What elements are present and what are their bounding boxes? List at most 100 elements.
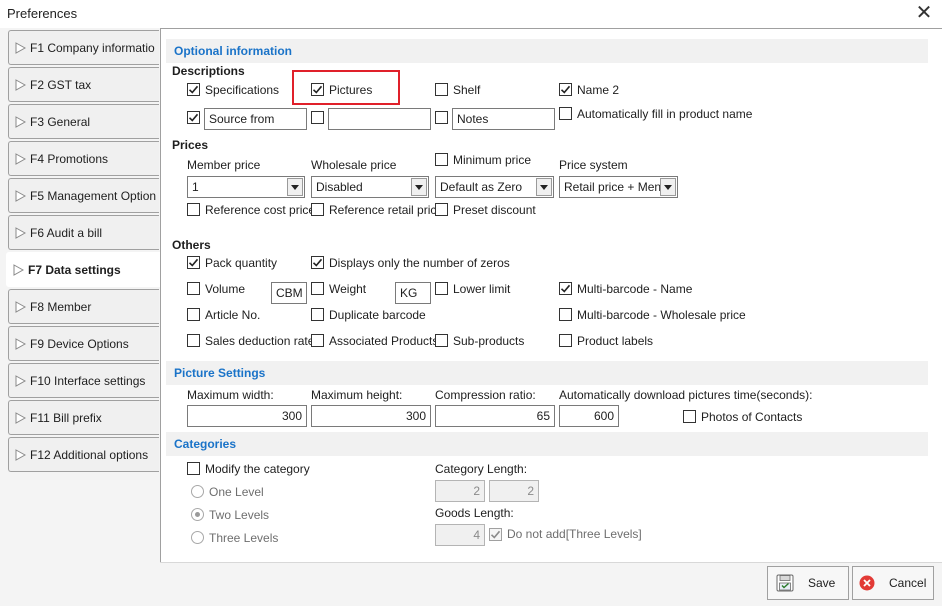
nav-tab-11[interactable]: F11 Bill prefix [8,400,159,435]
max-height-input[interactable]: 300 [311,405,431,427]
name2-label: Name 2 [577,83,620,97]
custom-field-checkbox[interactable] [311,111,324,124]
close-icon[interactable]: ✕ [912,2,936,24]
minimum-price-value: Default as Zero [440,180,523,194]
subheader-descriptions: Descriptions [172,64,245,78]
member-price-label: Member price [187,158,261,172]
reference-cost-checkbox[interactable] [187,203,200,216]
three-levels-radio[interactable] [191,531,204,544]
radio-selected-dot [195,512,200,517]
max-width-input[interactable]: 300 [187,405,307,427]
save-button[interactable]: Save [767,566,849,600]
multi-barcode-wholesale-label: Multi-barcode - Wholesale price [577,308,746,322]
wholesale-price-select[interactable]: Disabled [311,176,429,198]
chevron-down-icon[interactable] [287,178,303,196]
nav-tab-2[interactable]: F2 GST tax [8,67,159,102]
lower-limit-checkbox[interactable] [435,282,448,295]
minimum-price-select[interactable]: Default as Zero [435,176,554,198]
nav-tab-label: F7 Data settings [28,262,121,277]
nav-tab-1[interactable]: F1 Company informatio [8,30,159,65]
category-length-label: Category Length: [435,462,528,476]
sub-products-checkbox[interactable] [435,334,448,347]
nav-tab-10[interactable]: F10 Interface settings [8,363,159,398]
source-from-input[interactable]: Source from [204,108,307,130]
weight-checkbox[interactable] [311,282,324,295]
triangle-icon [15,337,26,350]
compression-input[interactable]: 65 [435,405,555,427]
goods-length-input[interactable]: 4 [435,524,485,546]
name2-checkbox[interactable] [559,83,572,96]
nav-tab-label: F8 Member [30,299,92,314]
nav-tab-4[interactable]: F4 Promotions [8,141,159,176]
cancel-label: Cancel [889,576,927,590]
triangle-icon [15,78,26,91]
product-labels-label: Product labels [577,334,654,348]
volume-checkbox[interactable] [187,282,200,295]
custom-field-input[interactable] [328,108,431,130]
pack-quantity-checkbox[interactable] [187,256,200,269]
nav-tab-label: F5 Management Option [30,188,157,203]
notes-checkbox[interactable] [435,111,448,124]
shelf-checkbox[interactable] [435,83,448,96]
nav-tab-label: F4 Promotions [30,151,109,166]
photos-of-contacts-label: Photos of Contacts [701,410,803,424]
wholesale-price-label: Wholesale price [311,158,397,172]
nav-tab-7[interactable]: F7 Data settings [6,252,161,287]
article-no-checkbox[interactable] [187,308,200,321]
auto-fill-checkbox[interactable] [559,107,572,120]
zeros-only-checkbox[interactable] [311,256,324,269]
highlight-box [292,70,400,105]
nav-tab-12[interactable]: F12 Additional options [8,437,159,472]
minimum-price-checkbox[interactable] [435,153,448,166]
specifications-label: Specifications [205,83,280,97]
nav-tab-9[interactable]: F9 Device Options [8,326,159,361]
reference-retail-checkbox[interactable] [311,203,324,216]
volume-unit-input[interactable]: CBM [271,282,307,304]
chevron-down-icon[interactable] [536,178,552,196]
member-price-value: 1 [192,180,199,194]
do-not-add-label: Do not add[Three Levels] [507,527,642,541]
modify-category-checkbox[interactable] [187,462,200,475]
source-from-checkbox[interactable] [187,111,200,124]
notes-input[interactable]: Notes [452,108,555,130]
nav-tab-5[interactable]: F5 Management Option [8,178,159,213]
multi-barcode-wholesale-checkbox[interactable] [559,308,572,321]
one-level-radio[interactable] [191,485,204,498]
associated-products-checkbox[interactable] [311,334,324,347]
save-icon [776,574,794,592]
chevron-down-icon[interactable] [411,178,427,196]
checkmark-icon [188,85,199,94]
category-length-input-1[interactable]: 2 [435,480,485,502]
reference-retail-label: Reference retail price [329,203,444,217]
section-header-picture: Picture Settings [166,361,928,385]
weight-unit-input[interactable]: KG [395,282,431,304]
nav-tab-label: F6 Audit a bill [30,225,103,240]
preset-discount-checkbox[interactable] [435,203,448,216]
specifications-checkbox[interactable] [187,83,200,96]
product-labels-checkbox[interactable] [559,334,572,347]
cancel-button[interactable]: Cancel [852,566,934,600]
auto-download-input[interactable]: 600 [559,405,619,427]
checkmark-icon [560,85,571,94]
chevron-down-icon[interactable] [660,178,676,196]
price-system-select[interactable]: Retail price + Men [559,176,678,198]
sales-deduction-checkbox[interactable] [187,334,200,347]
compression-label: Compression ratio: [435,388,536,402]
nav-tab-label: F11 Bill prefix [30,410,102,425]
nav-tab-8[interactable]: F8 Member [8,289,159,324]
nav-tab-label: F12 Additional options [30,447,149,462]
member-price-select[interactable]: 1 [187,176,305,198]
modify-category-label: Modify the category [205,462,310,476]
subheader-others: Others [172,238,211,252]
category-length-input-2[interactable]: 2 [489,480,539,502]
nav-tab-3[interactable]: F3 General [8,104,159,139]
multi-barcode-name-checkbox[interactable] [559,282,572,295]
photos-of-contacts-checkbox[interactable] [683,410,696,423]
triangle-icon [15,226,26,239]
duplicate-barcode-checkbox[interactable] [311,308,324,321]
sales-deduction-label: Sales deduction rate [205,334,315,348]
triangle-icon [15,41,26,54]
do-not-add-checkbox[interactable] [489,528,502,541]
nav-tab-6[interactable]: F6 Audit a bill [8,215,159,250]
two-levels-radio[interactable] [191,508,204,521]
